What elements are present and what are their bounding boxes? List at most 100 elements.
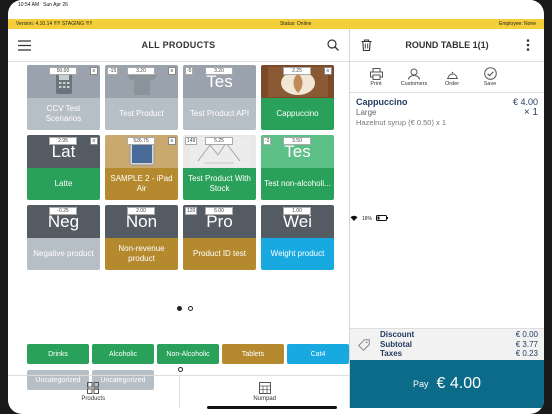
products-panel: ALL PRODUCTS CCV Test Scenarios 50.00 ≡ Tes… <box>8 29 350 408</box>
product-name: Test Product API <box>183 98 256 130</box>
stock-badge: 149 <box>185 137 198 145</box>
save-button[interactable]: Save <box>474 62 506 92</box>
products-header: ALL PRODUCTS <box>8 29 349 62</box>
ios-status-bar: 10:54 AM Sun Apr 26 16% <box>8 0 544 222</box>
stock-badge: 120 <box>185 207 198 215</box>
price-badge: 50.00 <box>49 67 77 75</box>
employee-text: Employee: None <box>499 21 536 27</box>
order-line-price: € 4.00 <box>512 97 538 107</box>
subtotal-label: Subtotal <box>380 339 412 349</box>
product-menu-icon[interactable]: ≡ <box>324 67 332 75</box>
stock-badge: -5 <box>185 67 194 75</box>
stock-badge: -15 <box>107 67 119 75</box>
page-dot[interactable] <box>188 306 193 311</box>
price-badge: 2.95 <box>49 137 77 145</box>
product-tile[interactable]: Cappuccino 2.25 ≡ <box>261 65 334 130</box>
trash-icon[interactable] <box>358 37 374 53</box>
customers-button[interactable]: Customers <box>398 62 430 92</box>
check-circle-icon <box>483 67 497 80</box>
pay-amount: € 4.00 <box>436 375 481 392</box>
product-tile[interactable]: Neg Negative product -0.25 <box>27 205 100 270</box>
more-vertical-icon[interactable] <box>520 37 536 53</box>
connection-status: Status: Online <box>279 21 312 27</box>
product-tile[interactable]: Test Product With Stock 149 5.25 <box>183 135 256 200</box>
price-badge: 1.00 <box>283 207 311 215</box>
grid-icon <box>87 382 100 394</box>
price-badge: 3.20 <box>127 67 155 75</box>
print-button[interactable]: Print <box>360 62 392 92</box>
category-button[interactable]: Alcoholic <box>92 344 154 364</box>
subtotal-row: Subtotal € 3.77 <box>380 340 538 350</box>
discount-tag-icon[interactable] <box>350 329 378 360</box>
product-tile[interactable]: Pro Product ID test 120 6.00 <box>183 205 256 270</box>
product-tile[interactable]: Lat Latte 2.95 ≡ <box>27 135 100 200</box>
status-date: Sun Apr 26 <box>43 1 68 8</box>
discount-row: Discount € 0.00 <box>380 330 538 340</box>
customers-icon <box>408 68 420 80</box>
order-line-quantity: × 1 <box>523 107 538 118</box>
product-name: Negative product <box>27 238 100 270</box>
print-label: Print <box>370 80 382 87</box>
order-button[interactable]: Order <box>436 62 468 92</box>
version-text: Version: 4.10.14 !!!!! STAGING !!!!! <box>16 21 93 27</box>
product-name: Test Product With Stock <box>183 168 256 200</box>
product-tile[interactable]: Wei Weight product 1.00 <box>261 205 334 270</box>
product-name: Latte <box>27 168 100 200</box>
scroll-indicator-dot <box>178 367 183 372</box>
product-tile[interactable]: Test Product -15 3.20 ≡ <box>105 65 178 130</box>
product-menu-icon[interactable]: ≡ <box>168 67 176 75</box>
product-menu-icon[interactable]: ≡ <box>168 137 176 145</box>
order-label: Order <box>444 80 460 87</box>
hamburger-menu-icon[interactable] <box>16 37 32 53</box>
price-badge: 526.75 <box>127 137 155 145</box>
product-name: CCV Test Scenarios <box>27 98 100 130</box>
product-tile[interactable]: Non Non-revenue product 2.00 <box>105 205 178 270</box>
price-badge: 3.20 <box>205 67 233 75</box>
product-tile[interactable]: Tes Test Product API -5 3.20 <box>183 65 256 130</box>
category-button[interactable]: Non-Alcoholic <box>157 344 219 364</box>
environment-info-bar: Version: 4.10.14 !!!!! STAGING !!!!! Sta… <box>8 19 544 29</box>
order-line[interactable]: Cappuccino € 4.00 Large × 1 Hazelnut syr… <box>350 93 544 131</box>
product-name: Weight product <box>261 238 334 270</box>
products-title: ALL PRODUCTS <box>141 40 216 50</box>
subtotal-value: € 3.77 <box>515 339 538 349</box>
product-tile[interactable]: Tes Test non-alcoholi... -2 3.50 <box>261 135 334 200</box>
customers-label: Customers <box>400 80 428 87</box>
bottom-nav: Products Numpad <box>8 375 350 408</box>
pay-button[interactable]: Pay € 4.00 <box>350 360 544 408</box>
nav-products[interactable]: Products <box>8 376 179 408</box>
product-name: Cappuccino <box>261 98 334 130</box>
order-line-variant: Large <box>356 108 377 117</box>
status-time: 10:54 AM <box>18 1 40 8</box>
category-button[interactable]: Tablets <box>222 344 284 364</box>
calculator-icon <box>258 382 271 394</box>
order-actions: Print Customers Order Save <box>350 62 544 93</box>
product-name: Test non-alcoholi... <box>261 168 334 200</box>
taxes-label: Taxes <box>380 349 403 358</box>
stock-badge: -2 <box>263 137 272 145</box>
printer-icon <box>369 67 383 80</box>
product-tile[interactable]: SAMPLE 2 - iPad Air 526.75 ≡ <box>105 135 178 200</box>
table-title: ROUND TABLE 1(1) <box>405 40 489 50</box>
pay-label: Pay <box>413 379 429 389</box>
totals-section: Discount € 0.00 Subtotal € 3.77 Taxes € … <box>350 328 544 360</box>
order-bell-icon <box>446 71 458 79</box>
product-tile[interactable]: CCV Test Scenarios 50.00 ≡ <box>27 65 100 130</box>
search-icon[interactable] <box>325 37 341 53</box>
taxes-row: Taxes € 0.23 <box>380 349 538 359</box>
order-panel: ROUND TABLE 1(1) Print Customers Order S… <box>350 29 544 408</box>
product-menu-icon[interactable]: ≡ <box>90 67 98 75</box>
category-button[interactable]: Cat4 <box>287 344 349 364</box>
product-menu-icon[interactable]: ≡ <box>90 137 98 145</box>
product-name: Product ID test <box>183 238 256 270</box>
category-button[interactable]: Drinks <box>27 344 89 364</box>
product-name: Test Product <box>105 98 178 130</box>
nav-products-label: Products <box>81 396 106 402</box>
page-dot-active[interactable] <box>177 306 182 311</box>
order-header: ROUND TABLE 1(1) <box>350 29 544 62</box>
nav-numpad-label: Numpad <box>253 396 277 402</box>
taxes-value: € 0.23 <box>515 349 538 358</box>
nav-numpad[interactable]: Numpad <box>178 376 351 408</box>
order-line-name: Cappuccino <box>356 97 408 107</box>
price-badge: -0.25 <box>49 207 77 215</box>
